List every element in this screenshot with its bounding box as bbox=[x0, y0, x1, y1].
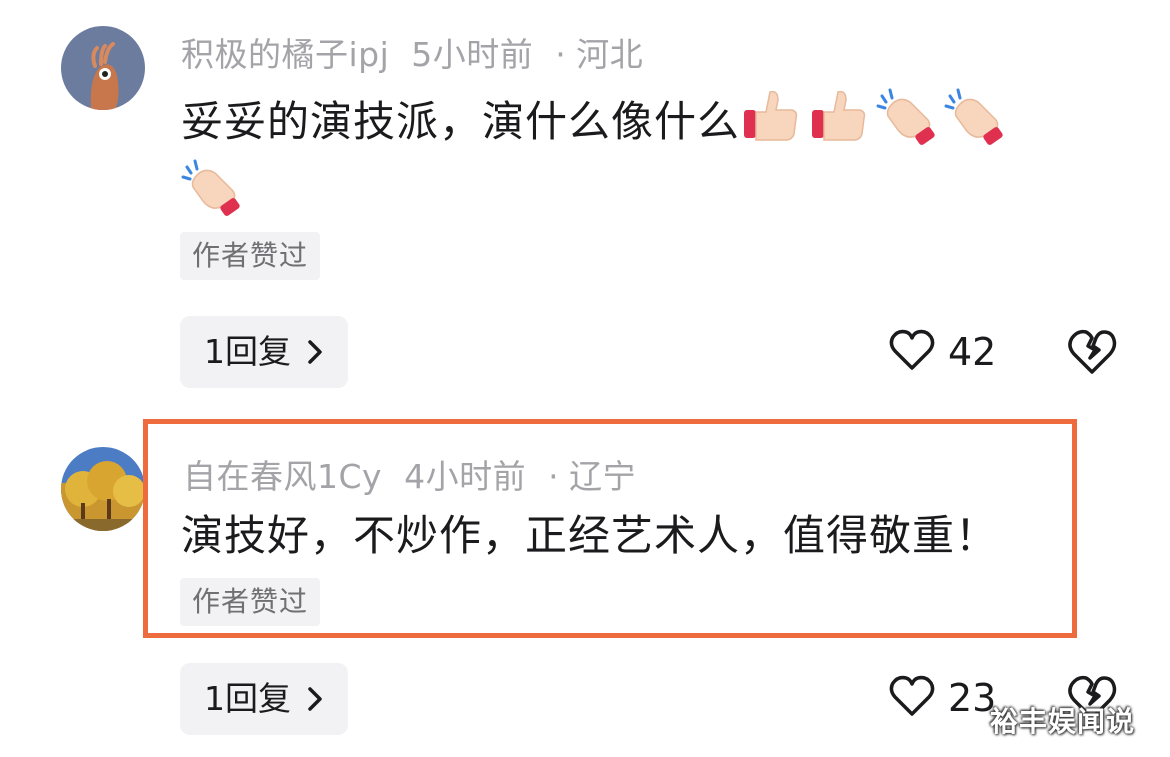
chevron-right-icon bbox=[308, 687, 322, 711]
clapping-hands-icon bbox=[944, 88, 1003, 145]
chevron-right-icon bbox=[308, 340, 322, 364]
reply-label: 1回复 bbox=[204, 679, 291, 718]
watermark: 裕丰娱闻说 bbox=[990, 705, 1136, 738]
comment-list: 积极的橘子ipj 5小时前 · 河北 妥妥的演技派，演什么像什么 作者赞过 1回复 4… bbox=[0, 0, 1170, 757]
author-liked-badge: 作者赞过 bbox=[180, 232, 321, 280]
broken-heart-icon[interactable] bbox=[1066, 328, 1118, 376]
location: 河北 bbox=[576, 35, 644, 74]
reply-button[interactable]: 1回复 bbox=[180, 316, 348, 388]
clapping-hands-icon bbox=[876, 88, 935, 145]
username[interactable]: 积极的橘子ipj bbox=[181, 35, 389, 74]
comment-body: 妥妥的演技派，演什么像什么 bbox=[181, 97, 741, 146]
separator-dot: · bbox=[555, 35, 567, 74]
highlight-frame bbox=[143, 419, 1077, 638]
thumbs-up-icon bbox=[812, 90, 866, 141]
clapping-hands-icon bbox=[181, 159, 240, 216]
reply-button[interactable]: 1回复 bbox=[180, 663, 348, 735]
reply-label: 1回复 bbox=[204, 332, 291, 371]
comment-text: 妥妥的演技派，演什么像什么 bbox=[181, 84, 1012, 226]
comment-meta: 积极的橘子ipj 5小时前 · 河北 bbox=[181, 28, 665, 76]
avatar[interactable] bbox=[61, 26, 145, 110]
heart-icon bbox=[889, 329, 935, 370]
like-count: 42 bbox=[948, 330, 997, 374]
heart-icon bbox=[889, 675, 935, 716]
thumbs-up-icon bbox=[744, 90, 798, 141]
avatar[interactable] bbox=[61, 447, 145, 531]
timestamp: 5小时前 bbox=[411, 35, 534, 74]
